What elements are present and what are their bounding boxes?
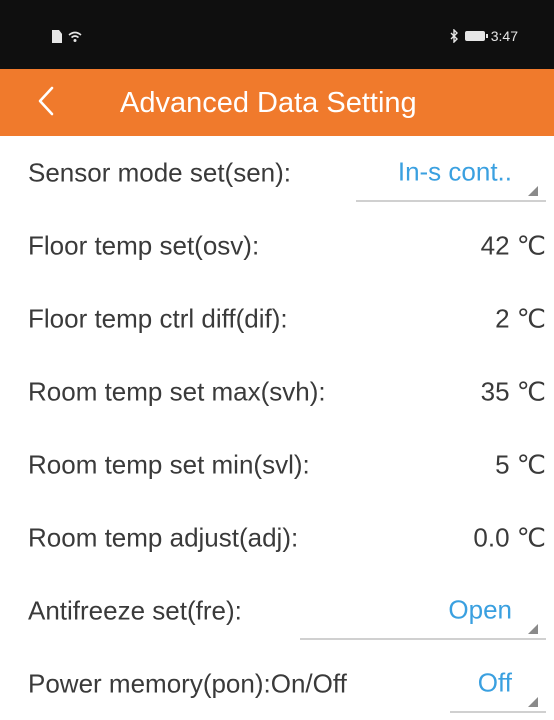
app-bar: Advanced Data Setting (0, 69, 554, 136)
setting-label: Room temp set min(svl): (28, 449, 310, 479)
setting-row-floor-temp[interactable]: Floor temp set(osv): 42 ℃ (0, 209, 554, 282)
power-memory-dropdown[interactable]: Off (450, 655, 546, 713)
page-title: Advanced Data Setting (120, 87, 417, 119)
dropdown-value: Off (477, 667, 512, 698)
setting-value[interactable]: 2 ℃ (495, 303, 546, 334)
setting-row-floor-diff[interactable]: Floor temp ctrl diff(dif): 2 ℃ (0, 282, 554, 355)
setting-label: Room temp set max(svh): (28, 376, 326, 406)
setting-label: Sensor mode set(sen): (28, 157, 292, 187)
sim-icon (52, 30, 62, 43)
setting-row-sensor-mode: Sensor mode set(sen): In-s cont.. (0, 136, 554, 209)
settings-list: Sensor mode set(sen): In-s cont.. Floor … (0, 136, 554, 720)
setting-label: Power memory(pon):On/Off (28, 668, 347, 698)
setting-label: Floor temp ctrl diff(dif): (28, 303, 288, 333)
screen: 3:47 Advanced Data Setting Sensor mode s… (0, 0, 554, 720)
status-time: 3:47 (490, 28, 518, 44)
setting-label: Floor temp set(osv): (28, 230, 260, 260)
setting-value[interactable]: 0.0 ℃ (473, 522, 546, 553)
dropdown-arrow-icon (528, 186, 538, 196)
sensor-mode-dropdown[interactable]: In-s cont.. (356, 144, 546, 202)
status-bar: 3:47 (0, 0, 554, 69)
setting-row-room-max[interactable]: Room temp set max(svh): 35 ℃ (0, 355, 554, 428)
status-right: 3:47 (449, 28, 518, 44)
dropdown-value: In-s cont.. (397, 156, 512, 187)
setting-value[interactable]: 42 ℃ (481, 230, 546, 261)
setting-row-antifreeze: Antifreeze set(fre): Open (0, 574, 554, 647)
setting-row-room-adjust[interactable]: Room temp adjust(adj): 0.0 ℃ (0, 501, 554, 574)
wifi-icon (68, 31, 82, 43)
dropdown-arrow-icon (528, 624, 538, 634)
dropdown-value: Open (448, 594, 512, 625)
bluetooth-icon (449, 29, 459, 43)
back-button[interactable] (26, 83, 66, 123)
setting-value[interactable]: 5 ℃ (495, 449, 546, 480)
dropdown-arrow-icon (528, 697, 538, 707)
setting-row-power-memory: Power memory(pon):On/Off Off (0, 647, 554, 720)
setting-label: Antifreeze set(fre): (28, 595, 242, 625)
chevron-left-icon (37, 86, 55, 121)
battery-icon (464, 31, 488, 41)
status-left (52, 30, 82, 43)
setting-row-room-min[interactable]: Room temp set min(svl): 5 ℃ (0, 428, 554, 501)
setting-value[interactable]: 35 ℃ (481, 376, 546, 407)
setting-label: Room temp adjust(adj): (28, 522, 299, 552)
antifreeze-dropdown[interactable]: Open (300, 582, 546, 640)
